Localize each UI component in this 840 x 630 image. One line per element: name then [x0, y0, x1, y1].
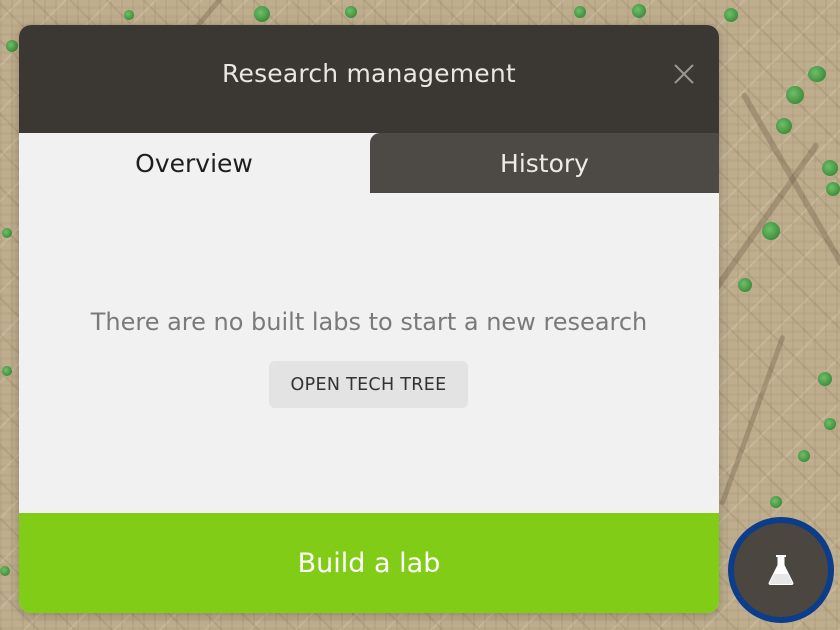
map-tree [822, 160, 838, 176]
map-tree [738, 278, 752, 292]
map-tree [574, 6, 586, 18]
map-tree [808, 66, 826, 82]
map-tree [762, 222, 780, 240]
map-tree [724, 8, 738, 22]
map-tree [254, 6, 270, 22]
map-tree [2, 366, 12, 376]
tab-overview[interactable]: Overview [19, 133, 369, 193]
dialog-title: Research management [222, 59, 516, 88]
research-management-dialog: Research management Overview History The… [19, 25, 719, 613]
map-tree [0, 566, 10, 576]
map-tree [6, 40, 18, 52]
build-lab-button[interactable]: Build a lab [19, 513, 719, 613]
map-tree [345, 6, 357, 18]
close-icon[interactable] [673, 63, 695, 85]
flask-icon [768, 555, 794, 585]
research-button[interactable] [728, 517, 834, 623]
map-tree [770, 496, 782, 508]
map-path [740, 91, 840, 269]
map-tree [2, 228, 12, 238]
empty-state-message: There are no built labs to start a new r… [90, 308, 648, 336]
open-tech-tree-button[interactable]: OPEN TECH TREE [269, 361, 468, 408]
dialog-header: Research management [19, 25, 719, 133]
map-tree [632, 4, 646, 18]
map-tree [798, 450, 810, 462]
map-tree [826, 182, 840, 196]
map-tree [818, 372, 832, 386]
map-path [719, 334, 786, 506]
map-tree [124, 10, 134, 20]
map-tree [786, 86, 804, 104]
tab-history[interactable]: History [370, 133, 719, 193]
map-tree [824, 418, 836, 430]
map-tree [776, 118, 792, 134]
